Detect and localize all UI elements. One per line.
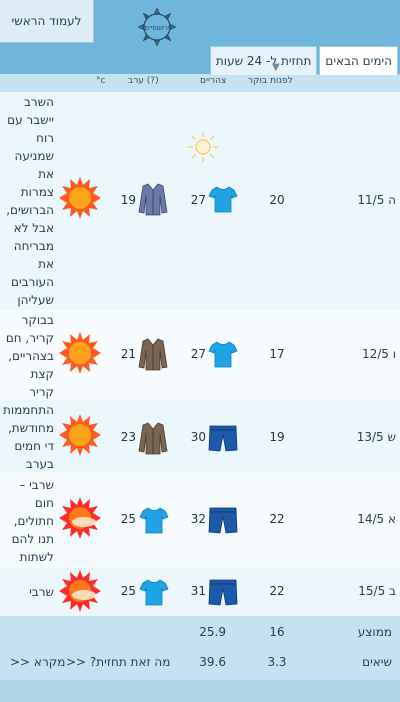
noon-temp: 27 [190, 347, 206, 361]
tab-arrow-icon: ▼ [272, 62, 280, 73]
day-label: ו 12/5 [361, 347, 396, 361]
shorts-icon [208, 579, 238, 606]
table-row: ש 13/5 19 30 23 התחממות מחודשת, די חמים … [0, 400, 400, 472]
average-row: ממוצע 16 25.9 [0, 618, 400, 646]
home-button[interactable]: לעמוד הראשי [0, 0, 94, 43]
logo-icon: ירושמיים [138, 8, 176, 46]
average-morning: 16 [269, 625, 285, 639]
col-header-unit: °c [96, 76, 106, 86]
noon-temp: 31 [190, 584, 206, 598]
tshirt-icon [208, 186, 238, 213]
sun-haze-icon [59, 497, 101, 539]
average-noon: 25.9 [199, 625, 226, 639]
peaks-label: שיאים [362, 655, 392, 669]
peaks-morning: 3.3 [267, 655, 287, 669]
jacket-icon [138, 183, 168, 216]
logo-text: ירושמיים [145, 24, 170, 32]
forecast-description: השרב יישבר עם רוח שמניעה את צמרות הברושי… [6, 95, 54, 307]
evening-temp: 23 [120, 430, 136, 444]
day-label: ב 15/5 [358, 584, 396, 598]
tab-24h-forecast[interactable]: תחזית ל- 24 שעות [209, 46, 318, 75]
shorts-icon [208, 507, 238, 534]
table-row: ב 15/5 22 31 25 שרבי [0, 568, 400, 616]
sun-icon [59, 177, 101, 219]
forecast-description: התחממות מחודשת, די חמים בערב [2, 403, 54, 471]
morning-temp: 19 [269, 430, 285, 444]
legend-link[interactable]: מקרא << [10, 655, 65, 669]
morning-temp: 22 [269, 584, 285, 598]
noon-temp: 27 [190, 193, 206, 207]
jacket-icon [138, 422, 168, 455]
evening-temp: 25 [120, 512, 136, 526]
noon-temp: 30 [190, 430, 206, 444]
col-header-noon: צהריים [200, 76, 227, 86]
shorts-icon [208, 425, 238, 452]
morning-temp: 20 [269, 193, 285, 207]
table-row: ו 12/5 17 27 21 בבוקר קריר, חם בצהריים, … [0, 310, 400, 417]
morning-temp: 22 [269, 512, 285, 526]
peaks-row: שיאים 3.3 39.6 מה זאת תחזית? << מקרא << [0, 648, 400, 676]
table-row: ה 11/5 20 27 19 השרב יישבר עם רוח שמניעה… [0, 92, 400, 310]
jacket-icon [138, 338, 168, 371]
peaks-noon: 39.6 [199, 655, 226, 669]
noon-temp: 32 [190, 512, 206, 526]
forecast-tabs: הימים הבאים תחזית ל- 24 שעות [209, 46, 398, 75]
table-row: א 14/5 22 32 25 שרבי – חום חתולים, תנו ל… [0, 472, 400, 568]
tshirt-icon [208, 341, 238, 368]
footer-bar [0, 680, 400, 702]
sun-icon [59, 414, 101, 456]
evening-temp: 19 [120, 193, 136, 207]
what-is-forecast-link[interactable]: מה זאת תחזית? << [66, 655, 170, 669]
evening-temp: 25 [120, 584, 136, 598]
forecast-description: שרבי – חום חתולים, תנו להם לשתות [11, 478, 54, 564]
evening-temp: 21 [120, 347, 136, 361]
sun-haze-icon [59, 570, 101, 612]
col-header-morning: לפנות בוקר [248, 76, 293, 86]
col-header-evening[interactable]: ערב (?) [128, 76, 159, 86]
tshirt-icon [139, 579, 169, 606]
tab-next-days[interactable]: הימים הבאים [319, 46, 398, 75]
day-label: א 14/5 [357, 512, 396, 526]
day-label: ש 13/5 [356, 430, 396, 444]
sun-icon [59, 332, 101, 374]
tshirt-icon [139, 507, 169, 534]
forecast-description: שרבי [29, 585, 54, 599]
day-label: ה 11/5 [357, 193, 396, 207]
sun-faded-icon [188, 132, 218, 162]
average-label: ממוצע [357, 625, 392, 639]
morning-temp: 17 [269, 347, 285, 361]
header: לעמוד הראשי ירושמיים הימים הבאים תחזית ל… [0, 0, 400, 75]
